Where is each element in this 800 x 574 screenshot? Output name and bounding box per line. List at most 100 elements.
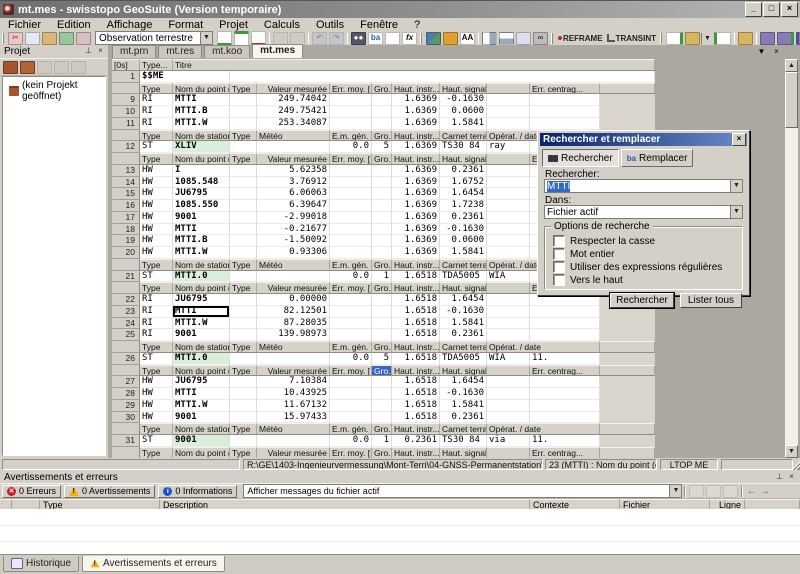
column-header[interactable]: Err. centrag... xyxy=(530,447,600,459)
grid-cell[interactable] xyxy=(372,306,392,318)
column-header[interactable]: Err. centrag... xyxy=(530,83,600,95)
grid-cell[interactable] xyxy=(230,200,257,212)
grid-cell[interactable]: 9001 xyxy=(173,412,230,424)
row-number[interactable]: 11 xyxy=(112,118,140,130)
row-number-header[interactable]: [0s] xyxy=(112,59,140,71)
column-header[interactable]: Haut. instr... xyxy=(392,130,440,142)
grid-cell[interactable]: -0.1630 xyxy=(440,388,487,400)
grid-cell[interactable] xyxy=(330,235,372,247)
column-header-type[interactable]: Type... xyxy=(140,59,173,71)
row-number[interactable] xyxy=(112,130,140,142)
grid-cell[interactable]: 1.6369 xyxy=(392,141,440,153)
errors-filter-button[interactable]: ✕0 Erreurs xyxy=(2,485,61,498)
grid-cell[interactable]: RI xyxy=(140,329,173,341)
image-icon[interactable] xyxy=(426,32,441,45)
scroll-up-icon[interactable]: ▲ xyxy=(785,59,798,72)
grid-cell[interactable]: 82.12501 xyxy=(257,306,330,318)
grid-cell[interactable] xyxy=(330,376,372,388)
grid-cell[interactable] xyxy=(257,435,330,447)
column-header[interactable]: Err. centrag... xyxy=(530,365,600,377)
grid-cell[interactable] xyxy=(487,188,530,200)
grid-cell[interactable] xyxy=(372,235,392,247)
grid-cell[interactable]: 0.0600 xyxy=(440,235,487,247)
column-header[interactable]: Haut. instr... xyxy=(392,259,440,271)
menu-calculs[interactable]: Calculs xyxy=(256,19,308,31)
grid-cell[interactable]: 6.39647 xyxy=(257,200,330,212)
grid-cell[interactable]: 1.6518 xyxy=(392,329,440,341)
column-header[interactable] xyxy=(600,447,655,459)
row-number[interactable]: 25 xyxy=(112,329,140,341)
grid-cell[interactable]: 139.98973 xyxy=(257,329,330,341)
vertical-scrollbar[interactable]: ▲ ▼ xyxy=(785,59,798,458)
grid-cell[interactable] xyxy=(487,412,530,424)
column-header[interactable]: Haut. instr... xyxy=(392,423,440,435)
grid-cell[interactable] xyxy=(530,94,600,106)
insert-line-below-icon[interactable] xyxy=(234,31,249,46)
column-header[interactable]: Err. moy. [... xyxy=(330,153,372,165)
grid-cell[interactable]: 1.6369 xyxy=(392,106,440,118)
tab-avertissements[interactable]: Avertissements et erreurs xyxy=(82,556,225,572)
grid-cell[interactable]: HW xyxy=(140,224,173,236)
menu-fenetre[interactable]: Fenêtre xyxy=(352,19,406,31)
grid-cell[interactable]: HW xyxy=(140,177,173,189)
grid-cell[interactable] xyxy=(330,177,372,189)
row-number[interactable]: 16 xyxy=(112,200,140,212)
insert-line-above-icon[interactable] xyxy=(217,31,232,46)
grid-cell[interactable]: HW xyxy=(140,200,173,212)
column-header[interactable]: Haut. instr... xyxy=(392,341,440,353)
column-header[interactable]: Opérat. / date xyxy=(487,423,600,435)
grid-cell[interactable] xyxy=(372,94,392,106)
grid-cell[interactable] xyxy=(487,224,530,236)
grid-cell[interactable] xyxy=(330,118,372,130)
grid-cell[interactable] xyxy=(330,247,372,259)
column-header[interactable] xyxy=(487,447,530,459)
grid-cell[interactable]: -0.1630 xyxy=(440,306,487,318)
row-number[interactable]: 12 xyxy=(112,141,140,153)
grid-cell[interactable]: HW xyxy=(140,188,173,200)
grid-cell[interactable]: HW xyxy=(140,400,173,412)
grid-cell[interactable]: -1.50092 xyxy=(257,235,330,247)
grid-cell[interactable] xyxy=(487,318,530,330)
grid-cell[interactable]: 1.6518 xyxy=(392,318,440,330)
redo-icon[interactable]: ↷ xyxy=(329,32,344,45)
row-number[interactable] xyxy=(112,153,140,165)
column-header[interactable]: Type xyxy=(230,282,257,294)
menu-edition[interactable]: Edition xyxy=(49,19,99,31)
grid-cell[interactable] xyxy=(230,271,257,283)
column-header[interactable]: Valeur mesurée xyxy=(257,365,330,377)
column-header[interactable]: Gro... xyxy=(372,282,392,294)
column-header[interactable]: Type xyxy=(230,83,257,95)
row-number[interactable] xyxy=(112,282,140,294)
column-header[interactable]: Type xyxy=(140,259,173,271)
column-header[interactable]: Nom du point (... xyxy=(173,153,230,165)
tab-mt-koo[interactable]: mt.koo xyxy=(204,45,250,58)
grid-cell[interactable] xyxy=(230,177,257,189)
row-number[interactable]: 24 xyxy=(112,318,140,330)
column-header[interactable]: Carnet terrain xyxy=(440,341,487,353)
dialog-close-icon[interactable]: × xyxy=(732,133,746,146)
option-whole-word[interactable]: Mot entier xyxy=(553,248,614,260)
column-header[interactable]: Nom de station xyxy=(173,423,230,435)
close-button[interactable]: × xyxy=(781,2,798,17)
grid-cell[interactable]: $$ME xyxy=(140,71,230,83)
minimize-button[interactable]: _ xyxy=(745,2,762,17)
column-header[interactable]: Gro... xyxy=(372,259,392,271)
grid-cell[interactable]: ST xyxy=(140,141,173,153)
grid-cell[interactable]: 10.43925 xyxy=(257,388,330,400)
new-file-icon[interactable] xyxy=(666,32,683,45)
observation-type-combo[interactable]: Observation terrestre ▼ xyxy=(95,31,213,45)
toolbar-grip[interactable] xyxy=(660,33,662,44)
grid-cell[interactable] xyxy=(230,412,257,424)
row-number[interactable] xyxy=(112,365,140,377)
grid-cell[interactable] xyxy=(330,94,372,106)
grid-cell[interactable]: 0.93306 xyxy=(257,247,330,259)
tab-list-dropdown-icon[interactable]: ▼ xyxy=(756,47,767,58)
grid-cell[interactable]: -2.99018 xyxy=(257,212,330,224)
grid-cell[interactable] xyxy=(230,141,257,153)
grid-cell[interactable]: 1.5841 xyxy=(440,118,487,130)
column-header[interactable]: Err. moy. [... xyxy=(330,447,372,459)
row-number[interactable]: 9 xyxy=(112,94,140,106)
maximize-button[interactable]: □ xyxy=(763,2,780,17)
undo-icon[interactable]: ↶ xyxy=(312,32,327,45)
grid-cell[interactable]: MTTI.W xyxy=(173,118,230,130)
